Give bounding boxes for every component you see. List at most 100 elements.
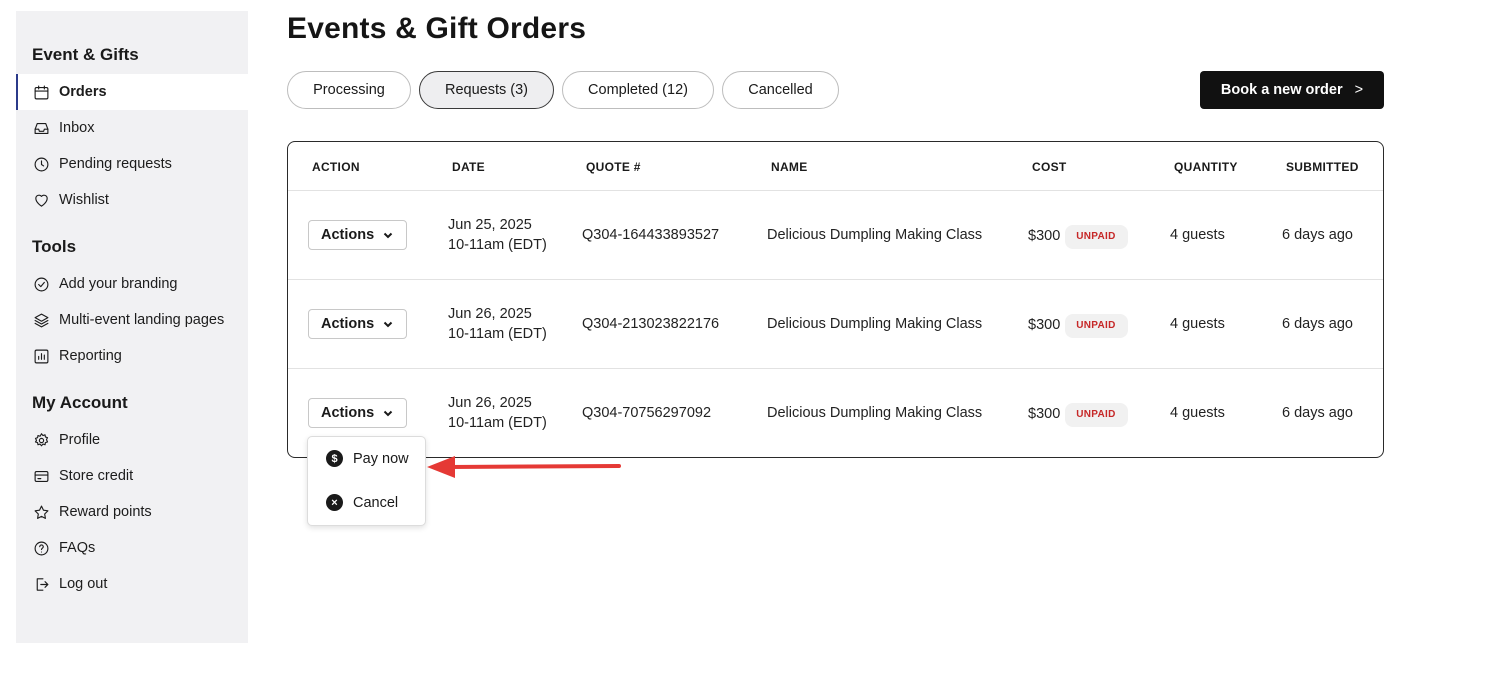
book-new-order-label: Book a new order bbox=[1220, 82, 1343, 98]
pay-now-label: Pay now bbox=[353, 450, 409, 467]
quote-number: Q304-164433893527 bbox=[582, 227, 720, 243]
inbox-icon bbox=[32, 119, 50, 137]
column-header-date: DATE bbox=[452, 160, 485, 174]
sidebar-item-label: Wishlist bbox=[59, 192, 109, 208]
close-circle-icon: × bbox=[326, 494, 343, 511]
sidebar-item-reward-points[interactable]: Reward points bbox=[16, 494, 248, 530]
column-header-cost: COST bbox=[1032, 160, 1067, 174]
sidebar-item-faqs[interactable]: FAQs bbox=[16, 530, 248, 566]
sidebar-heading-my-account: My Account bbox=[32, 393, 128, 412]
sidebar-item-add-branding[interactable]: Add your branding bbox=[16, 266, 248, 302]
sidebar-heading-event-gifts: Event & Gifts bbox=[32, 45, 139, 64]
sidebar-heading-tools: Tools bbox=[32, 237, 77, 256]
status-badge: UNPAID bbox=[1065, 403, 1128, 427]
question-icon bbox=[32, 539, 50, 557]
column-header-quote: QUOTE # bbox=[586, 160, 641, 174]
cost-cell: $300 UNPAID bbox=[1028, 403, 1128, 427]
tab-cancelled[interactable]: Cancelled bbox=[722, 71, 839, 109]
chevron-right-icon: > bbox=[1354, 82, 1364, 98]
event-name: Delicious Dumpling Making Class bbox=[767, 405, 983, 421]
book-new-order-button[interactable]: Book a new order > bbox=[1200, 71, 1384, 109]
date-cell: Jun 26, 2025 10-11am (EDT) bbox=[448, 304, 547, 344]
sidebar: Event & Gifts Orders Inbox Pending reque… bbox=[16, 11, 248, 643]
sidebar-item-label: Orders bbox=[59, 84, 107, 100]
actions-dropdown-button[interactable]: Actions bbox=[308, 220, 407, 250]
quote-number: Q304-70756297092 bbox=[582, 405, 712, 421]
date-cell: Jun 25, 2025 10-11am (EDT) bbox=[448, 215, 547, 255]
actions-label: Actions bbox=[321, 405, 375, 421]
sidebar-item-store-credit[interactable]: Store credit bbox=[16, 458, 248, 494]
sidebar-item-label: Inbox bbox=[59, 120, 95, 136]
layers-icon bbox=[32, 311, 50, 329]
cancel-label: Cancel bbox=[353, 494, 399, 511]
sidebar-item-wishlist[interactable]: Wishlist bbox=[16, 182, 248, 218]
quantity-cell: 4 guests bbox=[1170, 316, 1225, 332]
status-badge: UNPAID bbox=[1065, 314, 1128, 338]
tab-requests[interactable]: Requests (3) bbox=[419, 71, 554, 109]
actions-label: Actions bbox=[321, 316, 375, 332]
cost-value: $300 bbox=[1028, 406, 1061, 422]
status-badge: UNPAID bbox=[1065, 225, 1128, 249]
submitted-cell: 6 days ago bbox=[1282, 405, 1353, 421]
star-icon bbox=[32, 503, 50, 521]
sidebar-item-orders[interactable]: Orders bbox=[16, 74, 248, 110]
page-title: Events & Gift Orders bbox=[287, 12, 587, 45]
column-header-quantity: QUANTITY bbox=[1174, 160, 1238, 174]
chevron-down-icon bbox=[383, 410, 393, 417]
sidebar-item-reporting[interactable]: Reporting bbox=[16, 338, 248, 374]
check-circle-icon bbox=[32, 275, 50, 293]
column-header-submitted: SUBMITTED bbox=[1286, 160, 1359, 174]
clock-icon bbox=[32, 155, 50, 173]
sidebar-item-label: Reporting bbox=[59, 348, 122, 364]
date-cell: Jun 26, 2025 10-11am (EDT) bbox=[448, 393, 547, 433]
sidebar-item-label: Multi-event landing pages bbox=[59, 312, 225, 328]
sidebar-item-label: Add your branding bbox=[59, 276, 178, 292]
sidebar-item-label: Log out bbox=[59, 576, 108, 592]
actions-dropdown-button[interactable]: Actions bbox=[308, 309, 407, 339]
sidebar-item-label: FAQs bbox=[59, 540, 96, 556]
dollar-icon: $ bbox=[326, 450, 343, 467]
submitted-cell: 6 days ago bbox=[1282, 316, 1353, 332]
sidebar-item-profile[interactable]: Profile bbox=[16, 422, 248, 458]
quantity-cell: 4 guests bbox=[1170, 405, 1225, 421]
tab-completed[interactable]: Completed (12) bbox=[562, 71, 714, 109]
sidebar-item-multi-event-landing-pages[interactable]: Multi-event landing pages bbox=[16, 302, 248, 338]
gear-icon bbox=[32, 431, 50, 449]
sidebar-item-pending-requests[interactable]: Pending requests bbox=[16, 146, 248, 182]
sidebar-item-label: Store credit bbox=[59, 468, 134, 484]
event-name: Delicious Dumpling Making Class bbox=[767, 227, 983, 243]
order-date: Jun 26, 2025 bbox=[448, 395, 532, 411]
pay-now-menu-item[interactable]: $ Pay now bbox=[326, 450, 409, 467]
sidebar-item-label: Profile bbox=[59, 432, 101, 448]
sidebar-item-log-out[interactable]: Log out bbox=[16, 566, 248, 602]
tab-processing[interactable]: Processing bbox=[287, 71, 411, 109]
annotation-arrow-icon bbox=[427, 456, 621, 478]
row-divider bbox=[288, 368, 1383, 369]
chevron-down-icon bbox=[383, 321, 393, 328]
cost-value: $300 bbox=[1028, 317, 1061, 333]
submitted-cell: 6 days ago bbox=[1282, 227, 1353, 243]
column-header-action: ACTION bbox=[312, 160, 360, 174]
orders-table: ACTION DATE QUOTE # NAME COST QUANTITY S… bbox=[287, 141, 1384, 458]
event-name: Delicious Dumpling Making Class bbox=[767, 316, 983, 332]
sidebar-item-label: Pending requests bbox=[59, 156, 172, 172]
sidebar-item-inbox[interactable]: Inbox bbox=[16, 110, 248, 146]
calendar-icon bbox=[32, 83, 50, 101]
row-divider bbox=[288, 190, 1383, 191]
order-date: Jun 25, 2025 bbox=[448, 217, 532, 233]
cancel-menu-item[interactable]: × Cancel bbox=[326, 494, 398, 511]
cost-cell: $300 UNPAID bbox=[1028, 225, 1128, 249]
sidebar-item-label: Reward points bbox=[59, 504, 152, 520]
heart-icon bbox=[32, 191, 50, 209]
cost-value: $300 bbox=[1028, 228, 1061, 244]
row-divider bbox=[288, 279, 1383, 280]
cost-cell: $300 UNPAID bbox=[1028, 314, 1128, 338]
order-time: 10-11am (EDT) bbox=[448, 237, 547, 253]
chevron-down-icon bbox=[383, 232, 393, 239]
quote-number: Q304-213023822176 bbox=[582, 316, 720, 332]
actions-dropdown-menu: $ Pay now × Cancel bbox=[307, 436, 426, 526]
quantity-cell: 4 guests bbox=[1170, 227, 1225, 243]
logout-icon bbox=[32, 575, 50, 593]
actions-dropdown-button[interactable]: Actions bbox=[308, 398, 407, 428]
bar-chart-icon bbox=[32, 347, 50, 365]
